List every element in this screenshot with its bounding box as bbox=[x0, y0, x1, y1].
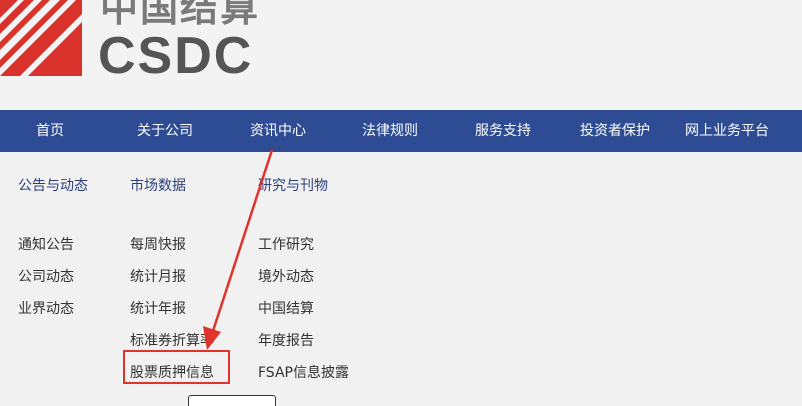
partial-element bbox=[188, 395, 276, 406]
annotation-arrow-icon bbox=[203, 149, 274, 350]
